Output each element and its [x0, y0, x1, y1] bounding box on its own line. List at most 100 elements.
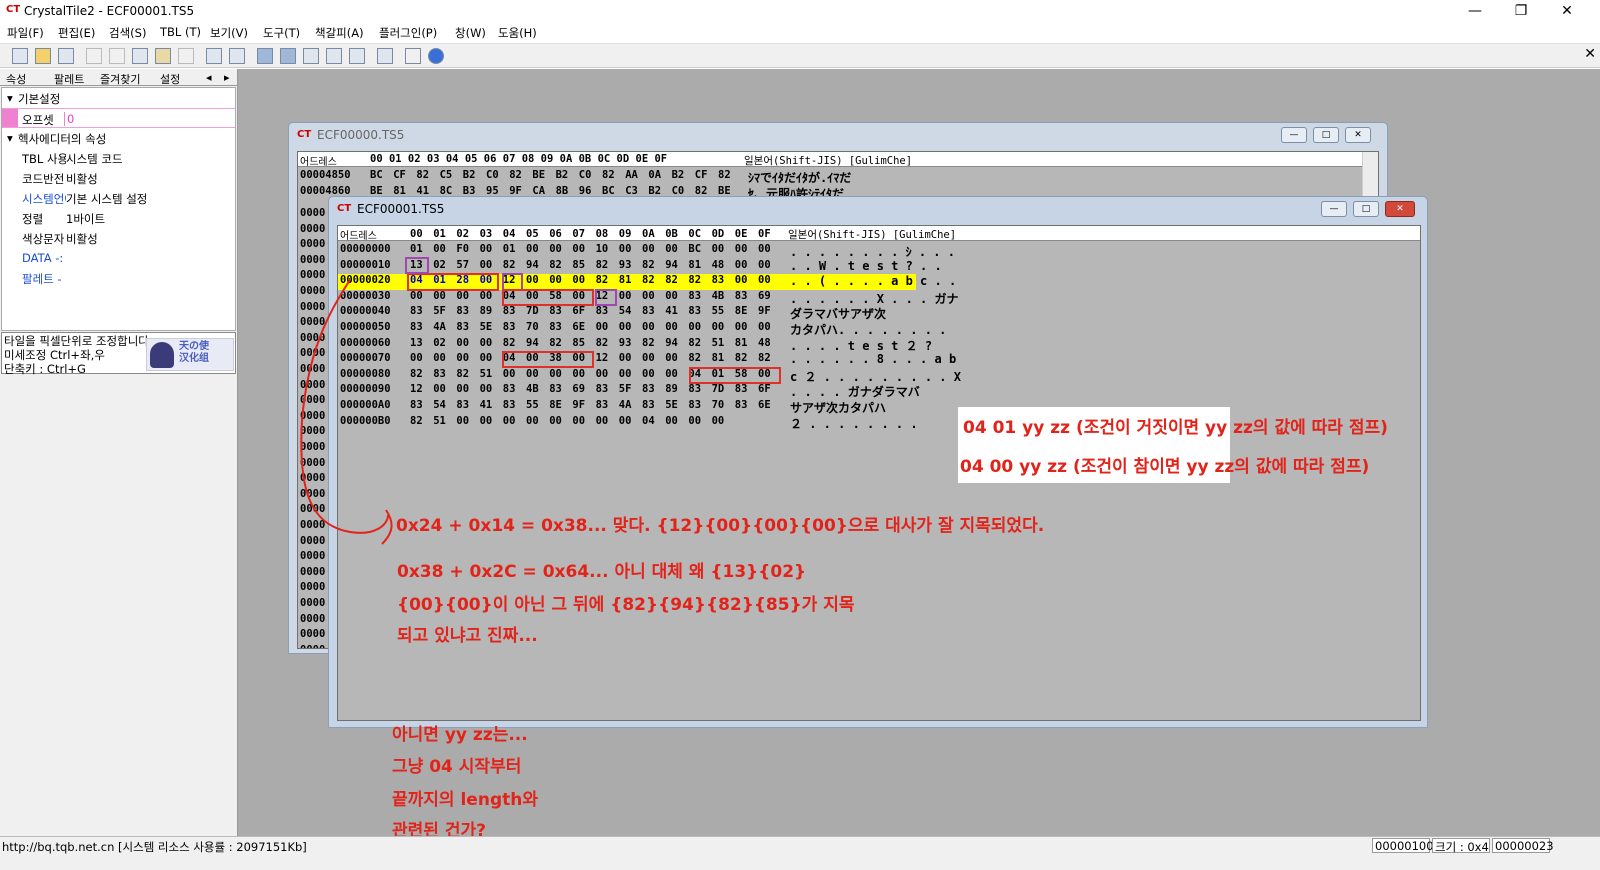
hex-byte[interactable]: 00: [758, 259, 771, 271]
hex-byte[interactable]: 70: [526, 321, 539, 333]
hex-byte[interactable]: 00: [735, 243, 748, 255]
hex-byte[interactable]: 83: [735, 399, 748, 411]
hex-byte[interactable]: 82: [688, 337, 701, 349]
hex-byte[interactable]: 82: [410, 415, 423, 427]
hex-byte[interactable]: BC: [688, 243, 701, 255]
hex-byte[interactable]: 00: [480, 415, 493, 427]
hex-byte[interactable]: 00: [619, 321, 632, 333]
hex-byte[interactable]: 00: [410, 290, 423, 302]
restore-button[interactable]: ❐: [1498, 0, 1544, 22]
hex-byte[interactable]: 00: [526, 368, 539, 380]
hex-byte[interactable]: 82: [416, 169, 429, 181]
hex-byte[interactable]: 00: [735, 274, 748, 286]
hex-byte[interactable]: 82: [549, 259, 562, 271]
hex-byte[interactable]: 82: [688, 352, 701, 364]
hex-byte[interactable]: 00: [642, 368, 655, 380]
hex-byte[interactable]: 4A: [433, 321, 446, 333]
menu-window[interactable]: 창(W): [455, 25, 486, 41]
hex-byte[interactable]: 83: [410, 321, 423, 333]
prop-row-palette[interactable]: 팔레트 -: [2, 268, 235, 288]
hex-byte[interactable]: 00: [503, 368, 516, 380]
window-close-button[interactable]: ✕: [1345, 127, 1371, 143]
hex-byte[interactable]: 12: [410, 383, 423, 395]
hex-byte[interactable]: BE: [532, 169, 545, 181]
hex-byte[interactable]: 83: [642, 383, 655, 395]
hex-byte[interactable]: 00: [619, 415, 632, 427]
prop-category-basic[interactable]: ▾ 기본설정: [2, 88, 235, 108]
window-maximize-button[interactable]: □: [1353, 201, 1379, 217]
hex-byte[interactable]: 00: [619, 352, 632, 364]
hex-byte[interactable]: 70: [712, 399, 725, 411]
mdi-close-icon[interactable]: ✕: [1584, 46, 1596, 62]
hex-byte[interactable]: 83: [549, 383, 562, 395]
hex-byte[interactable]: 00: [665, 368, 678, 380]
delete-icon[interactable]: [178, 48, 194, 64]
hex-byte[interactable]: 00: [433, 290, 446, 302]
hex-byte[interactable]: 5F: [619, 383, 632, 395]
hex-byte[interactable]: 00: [480, 337, 493, 349]
hex-byte[interactable]: 8E: [735, 305, 748, 317]
hex-byte[interactable]: 83: [642, 305, 655, 317]
hex-byte[interactable]: 57: [456, 259, 469, 271]
undo-icon[interactable]: [86, 48, 102, 64]
hex-byte[interactable]: 83: [549, 321, 562, 333]
hex-byte[interactable]: 00: [688, 321, 701, 333]
hex-byte[interactable]: 00: [572, 368, 585, 380]
menu-plugins[interactable]: 플러그인(P): [379, 25, 437, 41]
hex-byte[interactable]: C5: [440, 169, 453, 181]
hex-byte[interactable]: 82: [718, 169, 731, 181]
hex-byte[interactable]: 48: [758, 337, 771, 349]
hex-byte[interactable]: 82: [665, 274, 678, 286]
offset-input[interactable]: 0: [64, 112, 74, 126]
menu-tools[interactable]: 도구(T): [263, 25, 300, 41]
hex-byte[interactable]: 83: [688, 290, 701, 302]
hex-byte[interactable]: B2: [556, 169, 569, 181]
hex-byte[interactable]: 00: [456, 337, 469, 349]
tab-scroll-left-icon[interactable]: ◂: [206, 71, 212, 84]
hex-byte[interactable]: 83: [456, 321, 469, 333]
hex-byte[interactable]: 6E: [758, 399, 771, 411]
hex-byte[interactable]: 82: [602, 169, 615, 181]
grid-icon[interactable]: [405, 48, 421, 64]
prop-row-tbl[interactable]: TBL 사용 시스템 코드: [2, 148, 235, 168]
hex-byte[interactable]: CF: [695, 169, 708, 181]
hex-byte[interactable]: 81: [735, 337, 748, 349]
copy-icon[interactable]: [132, 48, 148, 64]
hex-byte[interactable]: 00: [596, 321, 609, 333]
hex-byte[interactable]: 00: [526, 415, 539, 427]
hex-byte[interactable]: 00: [410, 352, 423, 364]
hex-byte[interactable]: 00: [456, 290, 469, 302]
hex-byte[interactable]: 83: [642, 399, 655, 411]
hex-byte[interactable]: 00: [642, 243, 655, 255]
hex-byte[interactable]: 85: [572, 337, 585, 349]
hex-byte[interactable]: 6F: [572, 305, 585, 317]
hex-byte[interactable]: 00: [572, 274, 585, 286]
hex-byte[interactable]: 82: [688, 274, 701, 286]
hex-byte[interactable]: 51: [712, 337, 725, 349]
window-minimize-button[interactable]: —: [1321, 201, 1347, 217]
hex-byte[interactable]: 83: [596, 399, 609, 411]
hex-byte[interactable]: 00: [665, 243, 678, 255]
hex-byte[interactable]: 85: [572, 259, 585, 271]
window-maximize-button[interactable]: □: [1313, 127, 1339, 143]
hex-byte[interactable]: 82: [758, 352, 771, 364]
prop-row-offset[interactable]: 오프셋 0: [2, 108, 235, 128]
hex-byte[interactable]: 00: [619, 290, 632, 302]
hex-byte[interactable]: 00: [549, 243, 562, 255]
hex-byte[interactable]: 9F: [572, 399, 585, 411]
hex-byte[interactable]: 54: [433, 399, 446, 411]
hex-row[interactable]: 00000000 01 00 F0 00 01 00 00 00 10 00 00 00 BC 00 00 00…: [338, 243, 955, 259]
hex-byte[interactable]: 83: [688, 399, 701, 411]
hex-byte[interactable]: 82: [410, 368, 423, 380]
search-icon[interactable]: [349, 48, 365, 64]
hex-byte[interactable]: 82: [549, 337, 562, 349]
hex-byte[interactable]: 83: [410, 399, 423, 411]
hex-byte[interactable]: 00: [642, 352, 655, 364]
hex-byte[interactable]: 00: [572, 243, 585, 255]
hex-byte[interactable]: 82: [456, 368, 469, 380]
hex-byte[interactable]: 89: [480, 305, 493, 317]
hex-byte[interactable]: 82: [642, 274, 655, 286]
hex-byte[interactable]: 00: [688, 415, 701, 427]
hex-byte[interactable]: 00: [619, 243, 632, 255]
hex-byte[interactable]: 00: [712, 415, 725, 427]
